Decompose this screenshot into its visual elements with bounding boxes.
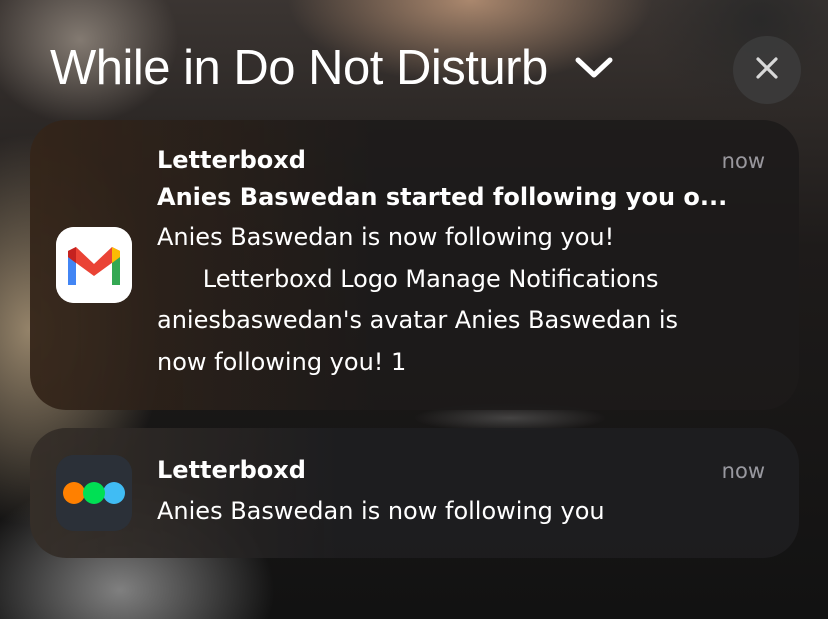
header-title: While in Do Not Disturb	[50, 41, 548, 95]
timestamp: now	[721, 149, 765, 173]
notification-card[interactable]: Letterboxd now Anies Baswedan started fo…	[30, 120, 799, 410]
gmail-icon	[56, 227, 132, 303]
app-name: Letterboxd	[157, 146, 306, 174]
notification-card[interactable]: Letterboxd now Anies Baswedan is now fol…	[30, 428, 799, 558]
close-button[interactable]	[733, 36, 801, 104]
timestamp: now	[721, 459, 765, 483]
close-icon	[755, 56, 779, 84]
chevron-down-icon[interactable]	[574, 48, 614, 88]
notification-subject: Anies Baswedan started following you o..…	[157, 183, 728, 211]
notification-content: Letterboxd now Anies Baswedan started fo…	[157, 144, 765, 383]
app-name: Letterboxd	[157, 456, 306, 484]
notification-message: Anies Baswedan is now following you	[157, 497, 605, 525]
notification-message: Anies Baswedan is now following you! Let…	[157, 223, 679, 376]
notification-content: Letterboxd now Anies Baswedan is now fol…	[157, 454, 765, 535]
letterboxd-icon	[56, 455, 132, 531]
focus-mode-header[interactable]: While in Do Not Disturb	[50, 38, 614, 98]
